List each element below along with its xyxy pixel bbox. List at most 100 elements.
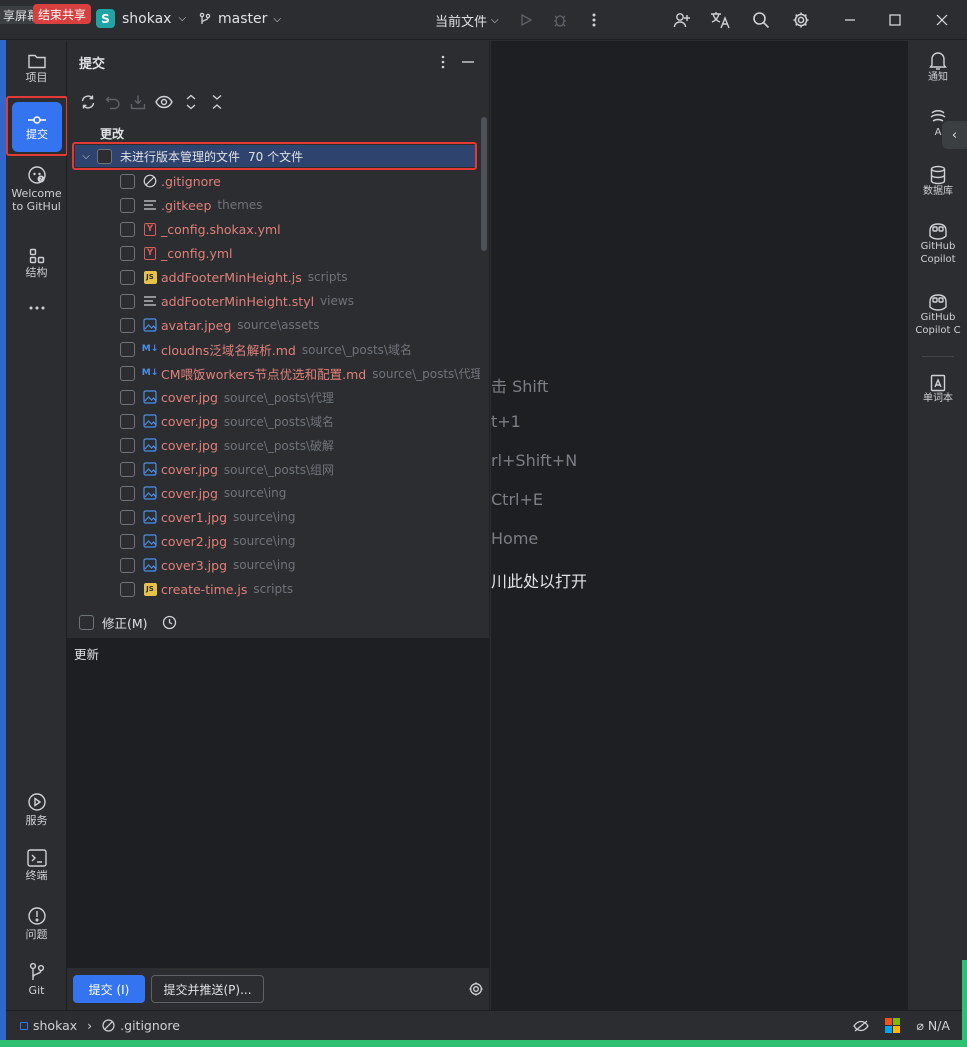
encoding-value: N/A — [927, 1018, 950, 1033]
file-checkbox[interactable] — [120, 173, 135, 189]
file-row[interactable]: cover.jpg source\_posts\组网 — [120, 457, 480, 481]
file-row[interactable]: avatar.jpeg source\assets — [120, 313, 480, 337]
refresh-icon[interactable] — [79, 93, 97, 111]
run-config-selector[interactable]: 当前文件 ⌵ — [435, 11, 499, 30]
file-row[interactable]: cover1.jpg source\ing — [120, 505, 480, 529]
file-checkbox[interactable] — [120, 293, 135, 309]
file-name: create-time.js — [161, 581, 248, 597]
tool-terminal[interactable]: 终端 — [6, 849, 67, 882]
scrollbar-thumb[interactable] — [481, 117, 487, 251]
tool-structure-label: 结构 — [25, 266, 48, 279]
file-row[interactable]: cover.jpg source\ing — [120, 481, 480, 505]
tool-git[interactable]: Git — [6, 962, 67, 997]
commit-and-push-button[interactable]: 提交并推送(P)... — [151, 975, 264, 1003]
show-diff-eye-icon[interactable] — [155, 93, 173, 111]
branch-icon — [199, 12, 211, 24]
file-checkbox[interactable] — [120, 485, 135, 501]
branch-selector[interactable]: master ⌵ — [198, 11, 281, 27]
amend-checkbox[interactable] — [79, 615, 94, 630]
file-row[interactable]: Y _config.shokax.yml — [120, 217, 480, 241]
file-directory: themes — [217, 198, 263, 212]
chevron-left-icon[interactable]: ‹ — [942, 121, 967, 149]
history-clock-icon[interactable] — [162, 615, 177, 630]
tool-problems[interactable]: 问题 — [6, 906, 67, 941]
amend-option[interactable]: 修正(M) — [79, 613, 177, 632]
ignore-file-icon — [143, 174, 157, 188]
file-checkbox[interactable] — [120, 413, 135, 429]
more-tools-icon[interactable] — [6, 305, 67, 313]
maximize-window-icon[interactable] — [883, 8, 907, 32]
search-icon[interactable] — [751, 10, 771, 30]
file-row[interactable]: M↓ cloudns泛域名解析.md source\_posts\域名 — [120, 337, 480, 361]
file-row[interactable]: cover3.jpg source\ing — [120, 553, 480, 577]
inspection-off-icon[interactable] — [853, 1019, 870, 1033]
collapse-all-icon[interactable] — [208, 93, 226, 111]
file-checkbox[interactable] — [120, 461, 135, 477]
tool-welcome-github[interactable]: ? Welcome to GitHul — [6, 165, 67, 213]
file-row[interactable]: .gitkeep themes — [120, 193, 480, 217]
file-row[interactable]: addFooterMinHeight.styl views — [120, 289, 480, 313]
file-row[interactable]: cover.jpg source\_posts\域名 — [120, 409, 480, 433]
panel-options-icon[interactable] — [434, 53, 452, 71]
tool-wordbook-label: 单词本 — [923, 393, 953, 404]
title-bar: 享屏幕 结束共享 S shokax ⌵ master ⌵ 当前文件 ⌵ — [0, 0, 967, 40]
run-config-label: 当前文件 — [435, 15, 488, 30]
tool-github-copilot[interactable]: GitHub Copilot — [908, 222, 967, 266]
file-row[interactable]: cover.jpg source\_posts\破解 — [120, 433, 480, 457]
commit-button[interactable]: 提交 (I) — [73, 975, 145, 1003]
settings-gear-icon[interactable] — [791, 10, 811, 30]
file-checkbox[interactable] — [120, 197, 135, 213]
file-row[interactable]: JS create-time.js scripts — [120, 577, 480, 601]
encoding-widget[interactable]: ⌀ N/A — [916, 1018, 950, 1033]
file-row[interactable]: Y _config.yml — [120, 241, 480, 265]
file-checkbox[interactable] — [120, 365, 135, 381]
file-directory: source\ing — [233, 558, 296, 572]
file-checkbox[interactable] — [120, 245, 135, 261]
close-window-icon[interactable] — [930, 8, 954, 32]
breadcrumb-project[interactable]: shokax — [33, 1018, 77, 1033]
file-checkbox[interactable] — [120, 509, 135, 525]
run-icon[interactable] — [516, 10, 536, 30]
translate-icon[interactable] — [710, 10, 730, 30]
shelve-icon[interactable] — [129, 93, 147, 111]
tool-services[interactable]: 服务 — [6, 792, 67, 827]
project-selector[interactable]: S shokax ⌵ — [96, 9, 186, 28]
file-checkbox[interactable] — [120, 581, 135, 597]
tool-wordbook[interactable]: 单词本 — [908, 374, 967, 405]
file-checkbox[interactable] — [120, 437, 135, 453]
file-row[interactable]: .gitignore — [120, 169, 480, 193]
file-checkbox[interactable] — [120, 389, 135, 405]
file-directory: source\_posts\组网 — [223, 462, 335, 477]
stop-sharing-button[interactable]: 结束共享 — [33, 4, 92, 24]
file-checkbox[interactable] — [120, 317, 135, 333]
file-checkbox[interactable] — [120, 533, 135, 549]
tool-structure[interactable]: 结构 — [6, 248, 67, 279]
screen-share-border-bottom — [0, 1040, 967, 1047]
hide-panel-icon[interactable] — [459, 53, 477, 71]
file-checkbox[interactable] — [120, 341, 135, 357]
file-list-scrollbar[interactable] — [481, 117, 487, 607]
tool-notifications[interactable]: 通知 — [908, 51, 967, 84]
status-bar: shokax › .gitignore ⌀ N/A — [6, 1010, 962, 1040]
minimize-window-icon[interactable] — [838, 8, 862, 32]
add-user-icon[interactable] — [672, 10, 692, 30]
file-row[interactable]: M↓ CM喂饭workers节点优选和配置.md source\_posts\代理 — [120, 361, 480, 385]
file-checkbox[interactable] — [120, 221, 135, 237]
file-row[interactable]: cover2.jpg source\ing — [120, 529, 480, 553]
expand-all-icon[interactable] — [182, 93, 200, 111]
commit-message-input[interactable]: 更新 — [67, 638, 490, 968]
debug-icon[interactable] — [550, 10, 570, 30]
file-name: cover.jpg — [161, 461, 218, 477]
file-row[interactable]: JS addFooterMinHeight.js scripts — [120, 265, 480, 289]
file-checkbox[interactable] — [120, 557, 135, 573]
file-row[interactable]: cover.jpg source\_posts\代理 — [120, 385, 480, 409]
more-actions-icon[interactable] — [584, 10, 604, 30]
tool-project[interactable]: 项目 — [6, 53, 67, 84]
tool-github-copilot-chat[interactable]: GitHub Copilot C — [908, 293, 967, 337]
rollback-icon[interactable] — [104, 93, 122, 111]
breadcrumb-file[interactable]: .gitignore — [120, 1018, 180, 1033]
tool-copilot-label-1: GitHub — [920, 241, 956, 252]
file-checkbox[interactable] — [120, 269, 135, 285]
tool-database[interactable]: 数据库 — [908, 165, 967, 198]
commit-options-gear-icon[interactable] — [468, 981, 486, 999]
